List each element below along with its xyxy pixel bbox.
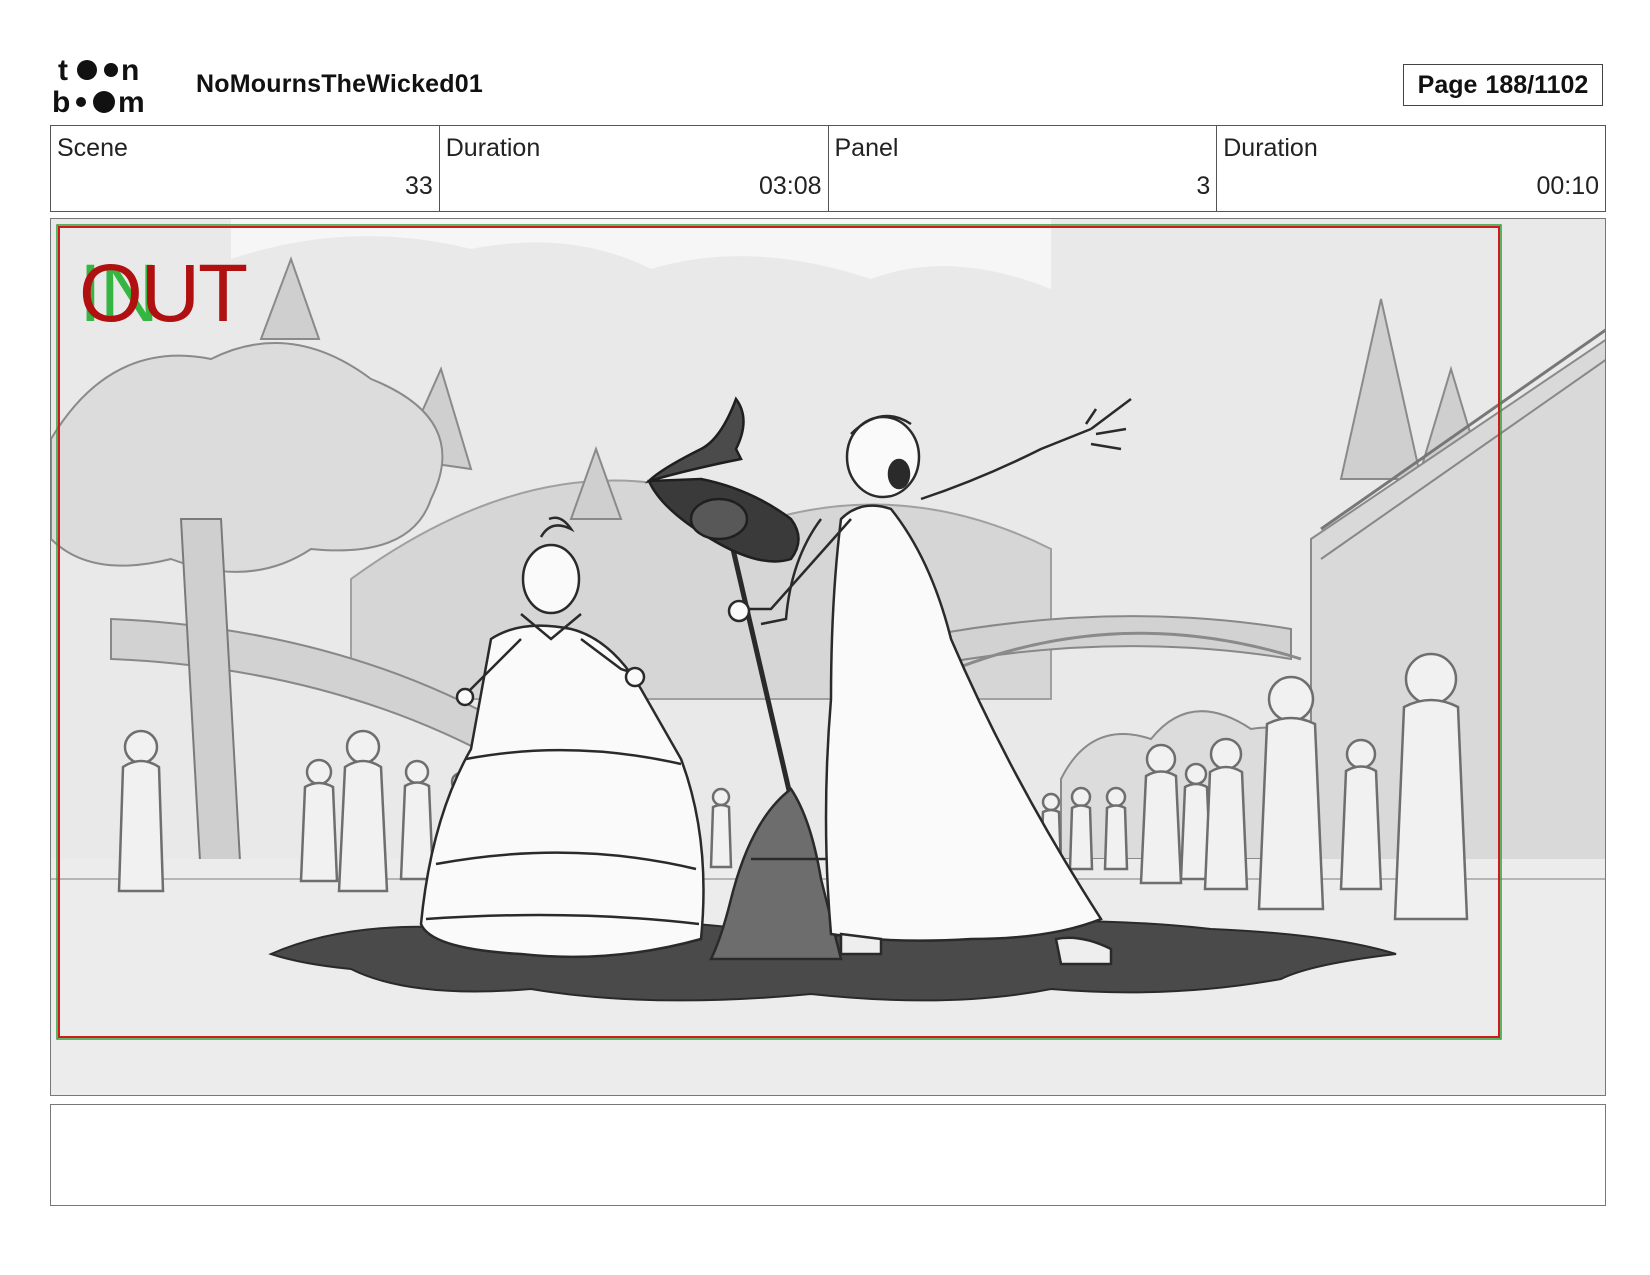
out-marker: OUT <box>79 248 248 339</box>
panel-cell: Panel 3 <box>829 126 1218 211</box>
panel-value: 3 <box>1196 172 1211 200</box>
scene-label: Scene <box>57 134 128 162</box>
svg-text:n: n <box>121 54 139 87</box>
panel-sketch <box>51 219 1605 1095</box>
scene-info-row: Scene 33 Duration 03:08 Panel 3 Duration… <box>50 125 1606 212</box>
project-title: NoMournsTheWicked01 <box>196 70 483 98</box>
svg-text:b: b <box>52 86 70 116</box>
scene-duration-label: Duration <box>445 134 541 162</box>
page-indicator: Page 188/1102 <box>1403 64 1603 106</box>
scene-cell: Scene 33 <box>51 126 440 211</box>
panel-label: Panel <box>834 134 899 162</box>
scene-duration-value: 03:08 <box>758 172 822 200</box>
page-label: Page <box>1417 70 1478 99</box>
panel-notes <box>50 1104 1606 1206</box>
storyboard-panel: IN OUT <box>50 218 1606 1096</box>
page-number: 188/1102 <box>1485 70 1589 99</box>
svg-text:m: m <box>118 86 145 116</box>
toon-boom-logo: t n b m <box>50 52 170 119</box>
scene-duration-cell: Duration 03:08 <box>440 126 829 211</box>
svg-text:t: t <box>58 54 68 87</box>
scene-value: 33 <box>404 172 433 200</box>
panel-duration-label: Duration <box>1223 134 1318 162</box>
panel-duration-value: 00:10 <box>1536 172 1599 200</box>
panel-duration-cell: Duration 00:10 <box>1217 126 1605 211</box>
